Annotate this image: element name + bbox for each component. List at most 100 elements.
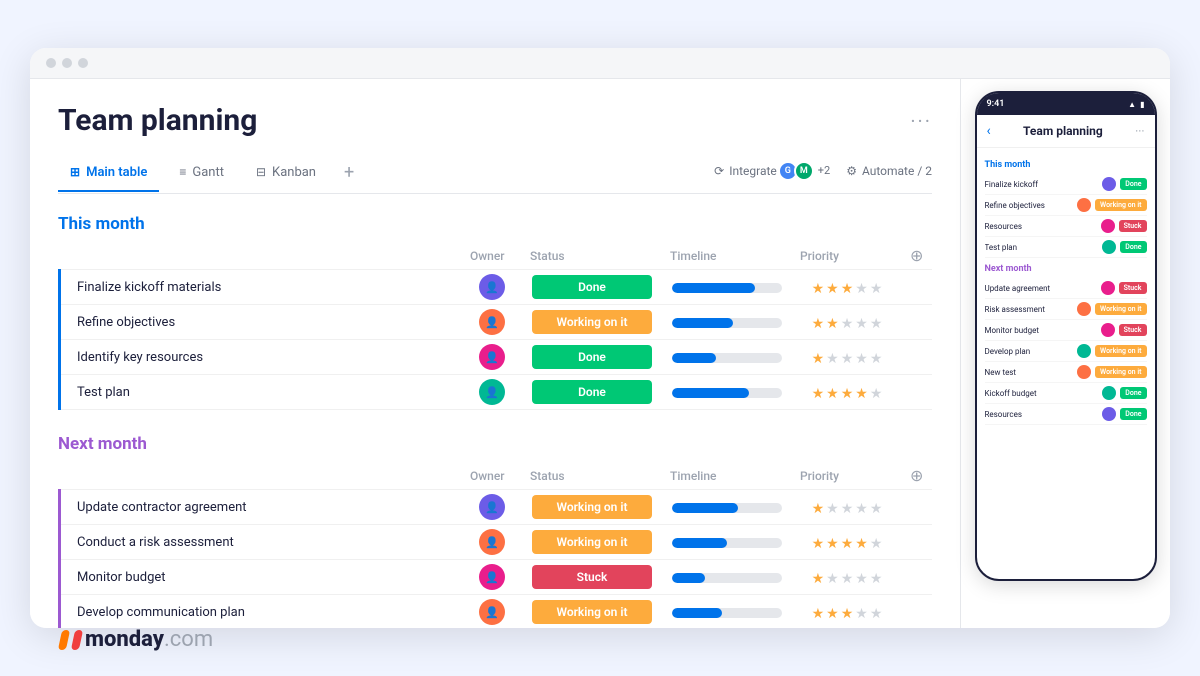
tab-main-table[interactable]: ⊞ Main table	[58, 159, 159, 192]
phone-avatar	[1101, 219, 1115, 233]
col-header-owner-next: Owner	[462, 462, 522, 490]
phone-status-badge: Working on it	[1095, 345, 1146, 357]
col-add	[902, 490, 932, 525]
section-header-this: This month	[58, 214, 932, 242]
col-add	[902, 560, 932, 595]
col-status: Done	[522, 270, 662, 305]
phone-section-title: Next month	[985, 264, 1147, 274]
stars: ★★★★★	[812, 571, 883, 587]
star-empty: ★	[826, 501, 839, 517]
col-timeline	[662, 560, 792, 595]
timeline-bar-fill	[672, 388, 749, 398]
phone-notch: 9:41 ▲ ▮	[977, 93, 1155, 115]
phone-list-item[interactable]: New test Working on it	[985, 362, 1147, 383]
timeline-bar-fill	[672, 283, 755, 293]
phone-list-item[interactable]: Refine objectives Working on it	[985, 195, 1147, 216]
monday-logo: monday.com	[60, 627, 213, 652]
phone-list-item[interactable]: Resources Stuck	[985, 216, 1147, 237]
star-filled: ★	[826, 316, 839, 332]
phone-list-item[interactable]: Develop plan Working on it	[985, 341, 1147, 362]
col-owner: 👤	[462, 305, 522, 340]
star-empty: ★	[870, 351, 883, 367]
col-owner: 👤	[462, 490, 522, 525]
phone-status-badge: Stuck	[1119, 324, 1147, 336]
table-icon: ⊞	[70, 165, 80, 179]
col-owner: 👤	[462, 270, 522, 305]
table-row[interactable]: Monitor budget 👤 Stuck ★★★★★	[60, 560, 933, 595]
task-name: Update contractor agreement	[60, 490, 463, 525]
status-badge: Stuck	[532, 565, 652, 589]
phone-list-item[interactable]: Kickoff budget Done	[985, 383, 1147, 404]
phone-page-title: Team planning	[1023, 124, 1103, 138]
table-row[interactable]: Identify key resources 👤 Done ★★★★★	[60, 340, 933, 375]
more-options-button[interactable]: ···	[910, 109, 932, 133]
integrate-button[interactable]: ⟳ Integrate G M +2	[714, 161, 830, 181]
tabs-bar: ⊞ Main table ≡ Gantt ⊟ Kanban + ⟳ Integr…	[58, 156, 932, 194]
timeline-bar-fill	[672, 538, 727, 548]
phone-avatar	[1102, 177, 1116, 191]
phone-more-button[interactable]: ···	[1135, 124, 1144, 138]
table-row[interactable]: Develop communication plan 👤 Working on …	[60, 595, 933, 629]
phone-back-button[interactable]: ‹	[987, 123, 991, 139]
star-filled: ★	[826, 536, 839, 552]
table-row[interactable]: Finalize kickoff materials 👤 Done ★★★★★	[60, 270, 933, 305]
add-column-button-next[interactable]: ⊕	[910, 466, 923, 485]
logo-monday-text: monday	[85, 627, 164, 652]
automate-label: Automate / 2	[862, 164, 932, 178]
automate-button[interactable]: ⚙ Automate / 2	[846, 164, 932, 178]
table-row[interactable]: Test plan 👤 Done ★★★★★	[60, 375, 933, 410]
phone-task-name: Monitor budget	[985, 326, 1097, 335]
star-empty: ★	[870, 571, 883, 587]
tab-kanban-label: Kanban	[272, 165, 316, 180]
task-name: Develop communication plan	[60, 595, 463, 629]
col-priority: ★★★★★	[792, 490, 902, 525]
timeline-bar	[672, 503, 782, 513]
timeline-bar-fill	[672, 573, 705, 583]
stars: ★★★★★	[812, 606, 883, 622]
window-titlebar	[30, 48, 1170, 79]
phone-list-item[interactable]: Test plan Done	[985, 237, 1147, 258]
add-tab-button[interactable]: +	[336, 156, 362, 193]
table-row[interactable]: Conduct a risk assessment 👤 Working on i…	[60, 525, 933, 560]
col-owner: 👤	[462, 375, 522, 410]
task-name: Conduct a risk assessment	[60, 525, 463, 560]
left-panel: Team planning ··· ⊞ Main table ≡ Gantt ⊟…	[30, 79, 960, 628]
col-timeline	[662, 305, 792, 340]
col-header-add: ⊕	[902, 242, 932, 270]
col-add	[902, 270, 932, 305]
avatar-count: +2	[818, 164, 830, 177]
tab-gantt[interactable]: ≡ Gantt	[167, 159, 236, 192]
phone-status-badge: Working on it	[1095, 199, 1146, 211]
tab-kanban[interactable]: ⊟ Kanban	[244, 159, 328, 192]
add-column-button-this[interactable]: ⊕	[910, 246, 923, 265]
table-row[interactable]: Update contractor agreement 👤 Working on…	[60, 490, 933, 525]
col-header-owner: Owner	[462, 242, 522, 270]
star-filled: ★	[826, 281, 839, 297]
star-filled: ★	[812, 501, 825, 517]
right-panel: 9:41 ▲ ▮ ‹ Team planning ··· This month …	[960, 79, 1170, 628]
phone-header: ‹ Team planning ···	[977, 115, 1155, 148]
col-add	[902, 525, 932, 560]
col-header-priority: Priority	[792, 242, 902, 270]
table-row[interactable]: Refine objectives 👤 Working on it ★★★★★	[60, 305, 933, 340]
logo-slash-2	[71, 630, 83, 650]
star-empty: ★	[870, 386, 883, 402]
phone-list-item[interactable]: Risk assessment Working on it	[985, 299, 1147, 320]
phone-task-name: Risk assessment	[985, 305, 1074, 314]
phone-list-item[interactable]: Finalize kickoff Done	[985, 174, 1147, 195]
col-timeline	[662, 270, 792, 305]
status-badge: Working on it	[532, 495, 652, 519]
phone-list-item[interactable]: Resources Done	[985, 404, 1147, 425]
star-filled: ★	[812, 281, 825, 297]
stars: ★★★★★	[812, 386, 883, 402]
col-priority: ★★★★★	[792, 340, 902, 375]
phone-list-item[interactable]: Monitor budget Stuck	[985, 320, 1147, 341]
tab-main-table-label: Main table	[86, 165, 147, 180]
status-badge: Working on it	[532, 600, 652, 624]
owner-avatar: 👤	[479, 274, 505, 300]
col-priority: ★★★★★	[792, 595, 902, 629]
task-name: Refine objectives	[60, 305, 463, 340]
col-timeline	[662, 595, 792, 629]
phone-list-item[interactable]: Update agreement Stuck	[985, 278, 1147, 299]
star-filled: ★	[812, 386, 825, 402]
